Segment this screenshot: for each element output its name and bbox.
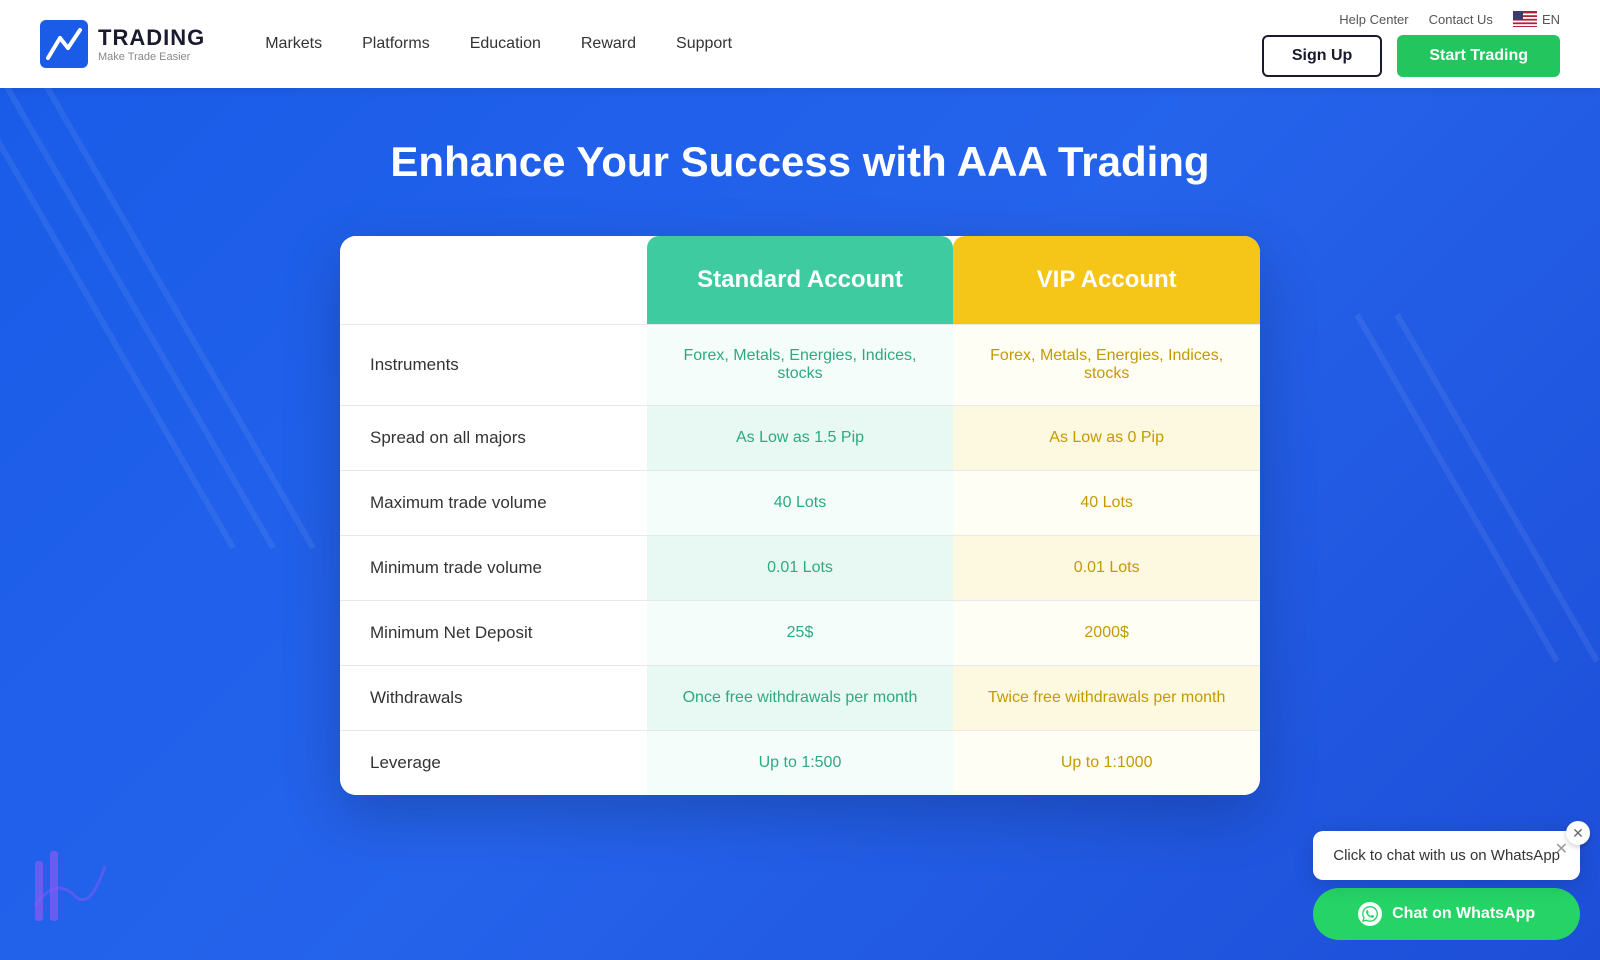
- row-standard-max-volume: 40 Lots: [647, 471, 954, 535]
- row-label-withdrawals: Withdrawals: [340, 666, 647, 730]
- header-right: Help Center Contact Us EN Sign Up Start …: [1262, 11, 1560, 77]
- row-standard-min-volume: 0.01 Lots: [647, 536, 954, 600]
- row-label-max-volume: Maximum trade volume: [340, 471, 647, 535]
- row-standard-leverage: Up to 1:500: [647, 731, 954, 795]
- standard-account-header: Standard Account: [647, 236, 954, 324]
- whatsapp-tooltip-text: Click to chat with us on WhatsApp: [1333, 847, 1560, 864]
- decorative-icon: [30, 846, 110, 940]
- tooltip-close-button[interactable]: ✕: [1555, 839, 1568, 859]
- main-nav: Markets Platforms Education Reward Suppo…: [265, 35, 732, 53]
- row-standard-spread: As Low as 1.5 Pip: [647, 406, 954, 470]
- row-standard-withdrawals: Once free withdrawals per month: [647, 666, 954, 730]
- top-links: Help Center Contact Us EN: [1339, 11, 1560, 27]
- contact-us-link[interactable]: Contact Us: [1429, 12, 1493, 27]
- main-content: Enhance Your Success with AAA Trading St…: [0, 88, 1600, 960]
- row-label-deposit: Minimum Net Deposit: [340, 601, 647, 665]
- table-row: Minimum trade volume 0.01 Lots 0.01 Lots: [340, 535, 1260, 600]
- nav-platforms[interactable]: Platforms: [362, 35, 430, 53]
- row-vip-max-volume: 40 Lots: [953, 471, 1260, 535]
- start-trading-button[interactable]: Start Trading: [1397, 35, 1560, 77]
- row-vip-min-volume: 0.01 Lots: [953, 536, 1260, 600]
- comparison-table: Standard Account VIP Account Instruments…: [340, 236, 1260, 795]
- row-vip-leverage: Up to 1:1000: [953, 731, 1260, 795]
- logo-text: TRADING Make Trade Easier: [98, 25, 205, 63]
- help-center-link[interactable]: Help Center: [1339, 12, 1408, 27]
- whatsapp-tooltip-container: Click to chat with us on WhatsApp ✕ ✕: [1313, 831, 1580, 880]
- header-left: TRADING Make Trade Easier Markets Platfo…: [40, 20, 732, 68]
- row-standard-deposit: 25$: [647, 601, 954, 665]
- row-vip-deposit: 2000$: [953, 601, 1260, 665]
- logo-subtitle: Make Trade Easier: [98, 51, 205, 63]
- table-header-empty: [340, 236, 647, 324]
- vip-account-header: VIP Account: [953, 236, 1260, 324]
- row-label-instruments: Instruments: [340, 325, 647, 405]
- header: TRADING Make Trade Easier Markets Platfo…: [0, 0, 1600, 88]
- nav-reward[interactable]: Reward: [581, 35, 636, 53]
- whatsapp-btn-label: Chat on WhatsApp: [1392, 905, 1535, 923]
- nav-education[interactable]: Education: [470, 35, 541, 53]
- table-row: Leverage Up to 1:500 Up to 1:1000: [340, 730, 1260, 795]
- row-vip-instruments: Forex, Metals, Energies, Indices, stocks: [953, 325, 1260, 405]
- row-label-leverage: Leverage: [340, 731, 647, 795]
- table-row: Minimum Net Deposit 25$ 2000$: [340, 600, 1260, 665]
- tooltip-x-button[interactable]: ✕: [1566, 821, 1590, 845]
- table-row: Spread on all majors As Low as 1.5 Pip A…: [340, 405, 1260, 470]
- logo-icon: [40, 20, 88, 68]
- whatsapp-widget: Click to chat with us on WhatsApp ✕ ✕ Ch…: [1313, 831, 1580, 940]
- nav-markets[interactable]: Markets: [265, 35, 322, 53]
- table-row: Withdrawals Once free withdrawals per mo…: [340, 665, 1260, 730]
- header-buttons: Sign Up Start Trading: [1262, 35, 1560, 77]
- signup-button[interactable]: Sign Up: [1262, 35, 1382, 77]
- whatsapp-chat-button[interactable]: Chat on WhatsApp: [1313, 888, 1580, 940]
- row-vip-withdrawals: Twice free withdrawals per month: [953, 666, 1260, 730]
- table-row: Instruments Forex, Metals, Energies, Ind…: [340, 324, 1260, 405]
- row-label-spread: Spread on all majors: [340, 406, 647, 470]
- logo-title: TRADING: [98, 25, 205, 51]
- nav-support[interactable]: Support: [676, 35, 732, 53]
- whatsapp-icon: [1358, 902, 1382, 926]
- row-label-min-volume: Minimum trade volume: [340, 536, 647, 600]
- logo[interactable]: TRADING Make Trade Easier: [40, 20, 205, 68]
- whatsapp-tooltip: Click to chat with us on WhatsApp ✕: [1313, 831, 1580, 880]
- language-selector[interactable]: EN: [1513, 11, 1560, 27]
- row-standard-instruments: Forex, Metals, Energies, Indices, stocks: [647, 325, 954, 405]
- page-title: Enhance Your Success with AAA Trading: [390, 138, 1209, 186]
- row-vip-spread: As Low as 0 Pip: [953, 406, 1260, 470]
- table-header: Standard Account VIP Account: [340, 236, 1260, 324]
- table-row: Maximum trade volume 40 Lots 40 Lots: [340, 470, 1260, 535]
- lang-label: EN: [1542, 12, 1560, 27]
- flag-icon: [1513, 11, 1537, 27]
